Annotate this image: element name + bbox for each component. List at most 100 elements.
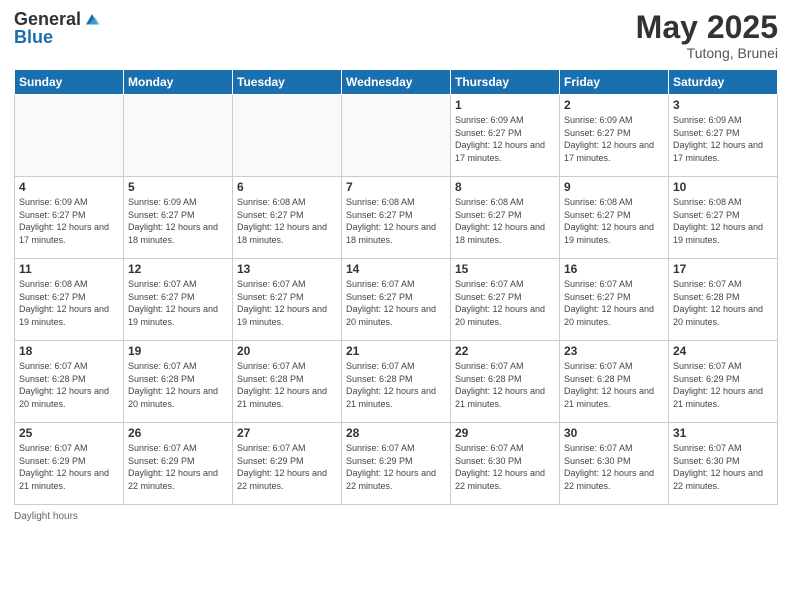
day-info: Sunrise: 6:07 AM Sunset: 6:29 PM Dayligh… [346,442,446,492]
day-info: Sunrise: 6:07 AM Sunset: 6:30 PM Dayligh… [455,442,555,492]
day-number: 8 [455,180,555,194]
day-number: 11 [19,262,119,276]
calendar-day-cell: 4 Sunrise: 6:09 AM Sunset: 6:27 PM Daylig… [15,177,124,259]
calendar-day-cell: 26 Sunrise: 6:07 AM Sunset: 6:29 PM Dayli… [124,423,233,505]
calendar-day-cell: 13 Sunrise: 6:07 AM Sunset: 6:27 PM Dayli… [233,259,342,341]
calendar-week-row: 18 Sunrise: 6:07 AM Sunset: 6:28 PM Dayli… [15,341,778,423]
day-info: Sunrise: 6:08 AM Sunset: 6:27 PM Dayligh… [673,196,773,246]
day-info: Sunrise: 6:07 AM Sunset: 6:27 PM Dayligh… [564,278,664,328]
calendar-day-cell [124,95,233,177]
day-number: 25 [19,426,119,440]
day-number: 12 [128,262,228,276]
calendar-day-cell: 16 Sunrise: 6:07 AM Sunset: 6:27 PM Dayli… [560,259,669,341]
logo: General Blue [14,10,101,48]
day-info: Sunrise: 6:08 AM Sunset: 6:27 PM Dayligh… [564,196,664,246]
day-number: 6 [237,180,337,194]
month-title: May 2025 [636,10,778,45]
day-number: 18 [19,344,119,358]
day-number: 24 [673,344,773,358]
calendar-day-cell: 15 Sunrise: 6:07 AM Sunset: 6:27 PM Dayli… [451,259,560,341]
day-number: 10 [673,180,773,194]
day-info: Sunrise: 6:07 AM Sunset: 6:30 PM Dayligh… [564,442,664,492]
day-number: 22 [455,344,555,358]
calendar-week-row: 1 Sunrise: 6:09 AM Sunset: 6:27 PM Daylig… [15,95,778,177]
day-info: Sunrise: 6:09 AM Sunset: 6:27 PM Dayligh… [128,196,228,246]
day-info: Sunrise: 6:09 AM Sunset: 6:27 PM Dayligh… [564,114,664,164]
day-info: Sunrise: 6:07 AM Sunset: 6:28 PM Dayligh… [455,360,555,410]
calendar-table: SundayMondayTuesdayWednesdayThursdayFrid… [14,69,778,505]
calendar-day-cell: 10 Sunrise: 6:08 AM Sunset: 6:27 PM Dayli… [669,177,778,259]
day-number: 26 [128,426,228,440]
calendar-day-header: Saturday [669,70,778,95]
day-number: 27 [237,426,337,440]
calendar-day-cell: 11Sunrise: 6:08 AM Sunset: 6:27 PM Dayli… [15,259,124,341]
day-info: Sunrise: 6:07 AM Sunset: 6:28 PM Dayligh… [564,360,664,410]
calendar-day-cell: 28 Sunrise: 6:07 AM Sunset: 6:29 PM Dayli… [342,423,451,505]
day-number: 23 [564,344,664,358]
day-number: 28 [346,426,446,440]
calendar-day-header: Wednesday [342,70,451,95]
page: General Blue May 2025 Tutong, Brunei Sun… [0,0,792,612]
day-info: Sunrise: 6:07 AM Sunset: 6:30 PM Dayligh… [673,442,773,492]
day-number: 5 [128,180,228,194]
day-info: Sunrise: 6:07 AM Sunset: 6:28 PM Dayligh… [237,360,337,410]
day-number: 15 [455,262,555,276]
calendar-day-header: Monday [124,70,233,95]
day-number: 13 [237,262,337,276]
day-info: Sunrise: 6:09 AM Sunset: 6:27 PM Dayligh… [19,196,119,246]
day-info: Sunrise: 6:07 AM Sunset: 6:29 PM Dayligh… [673,360,773,410]
calendar-day-cell: 8 Sunrise: 6:08 AM Sunset: 6:27 PM Daylig… [451,177,560,259]
day-info: Sunrise: 6:08 AM Sunset: 6:27 PM Dayligh… [346,196,446,246]
calendar-day-cell: 1 Sunrise: 6:09 AM Sunset: 6:27 PM Daylig… [451,95,560,177]
day-info: Sunrise: 6:07 AM Sunset: 6:29 PM Dayligh… [128,442,228,492]
day-info: Sunrise: 6:07 AM Sunset: 6:29 PM Dayligh… [237,442,337,492]
day-number: 31 [673,426,773,440]
calendar-day-cell: 21Sunrise: 6:07 AM Sunset: 6:28 PM Dayli… [342,341,451,423]
calendar-day-cell: 23 Sunrise: 6:07 AM Sunset: 6:28 PM Dayli… [560,341,669,423]
calendar-day-cell [15,95,124,177]
calendar-day-cell: 24 Sunrise: 6:07 AM Sunset: 6:29 PM Dayli… [669,341,778,423]
logo-icon [83,11,101,29]
day-info: Sunrise: 6:07 AM Sunset: 6:28 PM Dayligh… [19,360,119,410]
day-info: Sunrise: 6:07 AM Sunset: 6:27 PM Dayligh… [455,278,555,328]
day-info: Sunrise: 6:09 AM Sunset: 6:27 PM Dayligh… [455,114,555,164]
day-info: Sunrise: 6:07 AM Sunset: 6:28 PM Dayligh… [673,278,773,328]
calendar-week-row: 4 Sunrise: 6:09 AM Sunset: 6:27 PM Daylig… [15,177,778,259]
day-info: Sunrise: 6:09 AM Sunset: 6:27 PM Dayligh… [673,114,773,164]
day-info: Sunrise: 6:07 AM Sunset: 6:27 PM Dayligh… [237,278,337,328]
calendar-week-row: 25 Sunrise: 6:07 AM Sunset: 6:29 PM Dayli… [15,423,778,505]
daylight-label: Daylight hours [14,511,78,522]
location-title: Tutong, Brunei [636,45,778,61]
calendar-day-cell [233,95,342,177]
day-number: 20 [237,344,337,358]
calendar-day-cell: 3Sunrise: 6:09 AM Sunset: 6:27 PM Daylig… [669,95,778,177]
calendar-day-cell: 12Sunrise: 6:07 AM Sunset: 6:27 PM Dayli… [124,259,233,341]
calendar-day-cell: 31 Sunrise: 6:07 AM Sunset: 6:30 PM Dayli… [669,423,778,505]
day-info: Sunrise: 6:08 AM Sunset: 6:27 PM Dayligh… [237,196,337,246]
day-info: Sunrise: 6:07 AM Sunset: 6:28 PM Dayligh… [346,360,446,410]
calendar-day-cell: 29Sunrise: 6:07 AM Sunset: 6:30 PM Dayli… [451,423,560,505]
calendar-day-cell: 30 Sunrise: 6:07 AM Sunset: 6:30 PM Dayli… [560,423,669,505]
day-number: 9 [564,180,664,194]
day-number: 30 [564,426,664,440]
day-number: 4 [19,180,119,194]
day-info: Sunrise: 6:08 AM Sunset: 6:27 PM Dayligh… [455,196,555,246]
calendar-day-cell: 27 Sunrise: 6:07 AM Sunset: 6:29 PM Dayli… [233,423,342,505]
calendar-day-header: Tuesday [233,70,342,95]
calendar-day-header: Friday [560,70,669,95]
calendar-day-cell: 17 Sunrise: 6:07 AM Sunset: 6:28 PM Dayli… [669,259,778,341]
calendar-day-cell: 18 Sunrise: 6:07 AM Sunset: 6:28 PM Dayli… [15,341,124,423]
day-number: 1 [455,98,555,112]
day-number: 17 [673,262,773,276]
calendar-day-cell: 7Sunrise: 6:08 AM Sunset: 6:27 PM Daylig… [342,177,451,259]
calendar-day-cell: 2 Sunrise: 6:09 AM Sunset: 6:27 PM Daylig… [560,95,669,177]
footer: Daylight hours [14,511,778,522]
day-number: 16 [564,262,664,276]
calendar-day-cell: 14Sunrise: 6:07 AM Sunset: 6:27 PM Dayli… [342,259,451,341]
calendar-day-cell: 9 Sunrise: 6:08 AM Sunset: 6:27 PM Daylig… [560,177,669,259]
day-info: Sunrise: 6:07 AM Sunset: 6:29 PM Dayligh… [19,442,119,492]
calendar-day-cell: 19Sunrise: 6:07 AM Sunset: 6:28 PM Dayli… [124,341,233,423]
calendar-day-cell: 5 Sunrise: 6:09 AM Sunset: 6:27 PM Daylig… [124,177,233,259]
calendar-week-row: 11Sunrise: 6:08 AM Sunset: 6:27 PM Dayli… [15,259,778,341]
day-number: 2 [564,98,664,112]
